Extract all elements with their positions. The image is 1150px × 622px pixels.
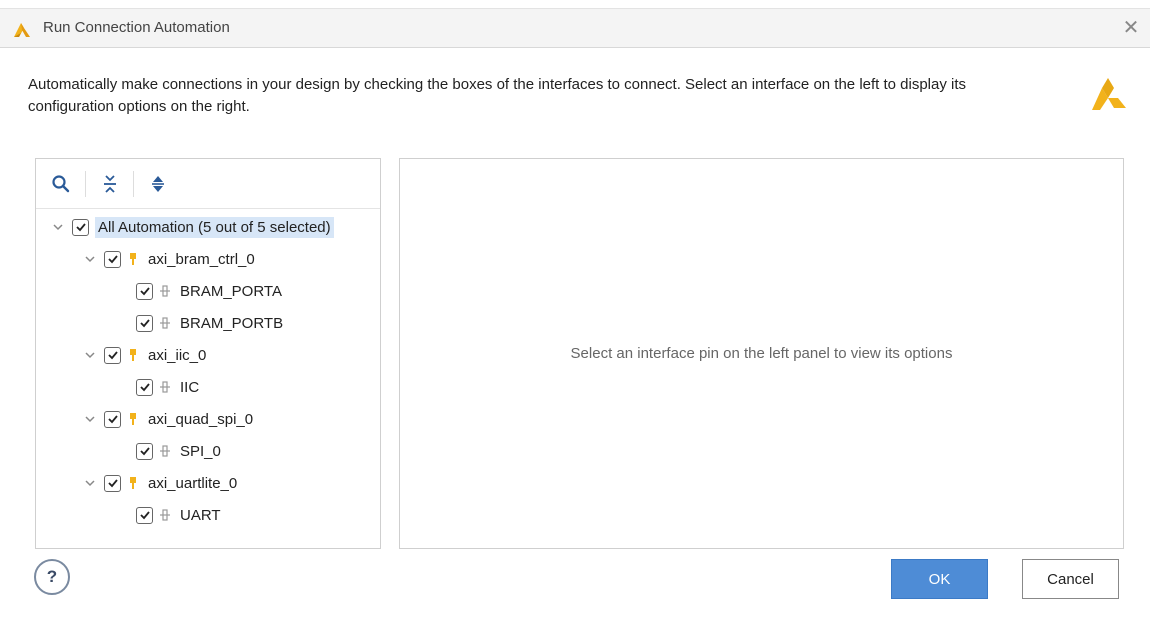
checkbox[interactable] — [104, 410, 121, 428]
tree-row-ip[interactable]: axi_quad_spi_0 — [82, 404, 256, 434]
checkbox[interactable] — [104, 474, 121, 492]
ok-button[interactable]: OK — [891, 559, 988, 599]
tree-label: SPI_0 — [180, 442, 221, 460]
help-button[interactable]: ? — [34, 559, 70, 595]
tree-label: All Automation (5 out of 5 selected) — [95, 216, 334, 238]
tree-label: axi_quad_spi_0 — [148, 410, 254, 428]
tree-label: axi_bram_ctrl_0 — [148, 250, 255, 268]
ip-block-icon — [130, 477, 136, 489]
tree-row-ip[interactable]: axi_bram_ctrl_0 — [82, 244, 258, 274]
tree-label: IIC — [180, 378, 200, 396]
ip-block-icon — [130, 413, 136, 425]
checkbox[interactable] — [136, 282, 153, 300]
checkbox[interactable] — [72, 218, 89, 236]
title-bar: Run Connection Automation ✕ — [0, 8, 1150, 48]
checkbox[interactable] — [104, 346, 121, 364]
toolbar-divider — [133, 171, 134, 197]
description-text: Automatically make connections in your d… — [28, 76, 967, 115]
tree-row-interface[interactable]: BRAM_PORTB — [136, 308, 286, 338]
expand-all-icon[interactable] — [147, 173, 169, 195]
chevron-down-icon[interactable] — [82, 411, 98, 427]
chevron-down-icon[interactable] — [82, 251, 98, 267]
tree-label: UART — [180, 506, 221, 524]
interface-pin-icon — [160, 509, 170, 521]
tree-row-interface[interactable]: UART — [136, 500, 224, 530]
toolbar-divider — [85, 171, 86, 197]
tree-label: axi_iic_0 — [148, 346, 207, 364]
checkbox[interactable] — [136, 314, 153, 332]
close-button[interactable]: ✕ — [1119, 15, 1143, 41]
chevron-down-icon[interactable] — [82, 475, 98, 491]
options-panel: Select an interface pin on the left pane… — [399, 158, 1124, 549]
tree-row-ip[interactable]: axi_uartlite_0 — [82, 468, 240, 498]
interface-pin-icon — [160, 445, 170, 457]
tree-label: BRAM_PORTB — [180, 314, 284, 332]
tree-label: axi_uartlite_0 — [148, 474, 238, 492]
interface-tree-panel: All Automation (5 out of 5 selected) axi… — [35, 158, 381, 549]
interface-pin-icon — [160, 381, 170, 393]
ip-block-icon — [130, 349, 136, 361]
checkbox[interactable] — [136, 442, 153, 460]
tree-label: BRAM_PORTA — [180, 282, 282, 300]
search-icon[interactable] — [50, 173, 72, 195]
collapse-all-icon[interactable] — [99, 173, 121, 195]
checkbox[interactable] — [104, 250, 121, 268]
app-logo-icon — [14, 23, 30, 37]
tree-toolbar — [36, 159, 380, 209]
ip-block-icon — [130, 253, 136, 265]
window-title: Run Connection Automation — [43, 19, 230, 36]
tree-row-interface[interactable]: IIC — [136, 372, 202, 402]
tree-row-all-automation[interactable]: All Automation (5 out of 5 selected) — [50, 212, 334, 242]
interface-pin-icon — [160, 285, 170, 297]
chevron-down-icon[interactable] — [50, 219, 66, 235]
xilinx-logo-icon — [1092, 78, 1126, 110]
checkbox[interactable] — [136, 378, 153, 396]
tree-row-interface[interactable]: BRAM_PORTA — [136, 276, 285, 306]
interface-pin-icon — [160, 317, 170, 329]
chevron-down-icon[interactable] — [82, 347, 98, 363]
run-connection-automation-dialog: Run Connection Automation ✕ Automaticall… — [0, 0, 1150, 622]
options-placeholder-text: Select an interface pin on the left pane… — [570, 345, 953, 362]
tree-row-interface[interactable]: SPI_0 — [136, 436, 224, 466]
tree-row-ip[interactable]: axi_iic_0 — [82, 340, 209, 370]
checkbox[interactable] — [136, 506, 153, 524]
cancel-button[interactable]: Cancel — [1022, 559, 1119, 599]
